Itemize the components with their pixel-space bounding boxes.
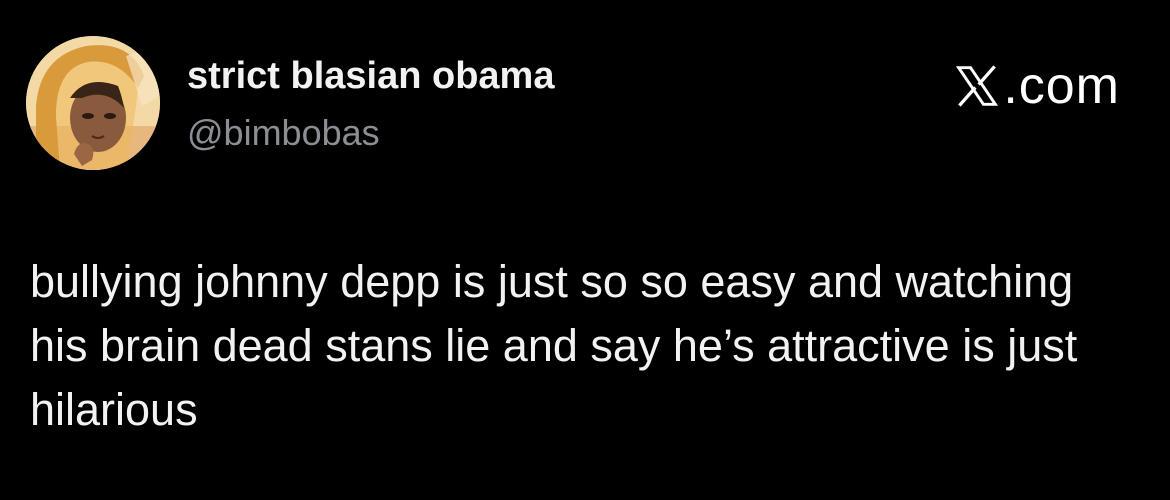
avatar[interactable]: [26, 36, 160, 170]
author-display-name[interactable]: strict blasian obama: [187, 55, 554, 98]
tweet-card: strict blasian obama @bimbobas .com bull…: [0, 0, 1170, 500]
site-domain-text: .com: [1003, 57, 1120, 115]
x-site-badge: .com: [955, 60, 1120, 112]
x-logo-icon: [956, 65, 999, 107]
author-handle[interactable]: @bimbobas: [187, 112, 380, 154]
avatar-illustration-icon: [26, 36, 160, 170]
tweet-text: bullying johnny depp is just so so easy …: [30, 256, 1078, 435]
